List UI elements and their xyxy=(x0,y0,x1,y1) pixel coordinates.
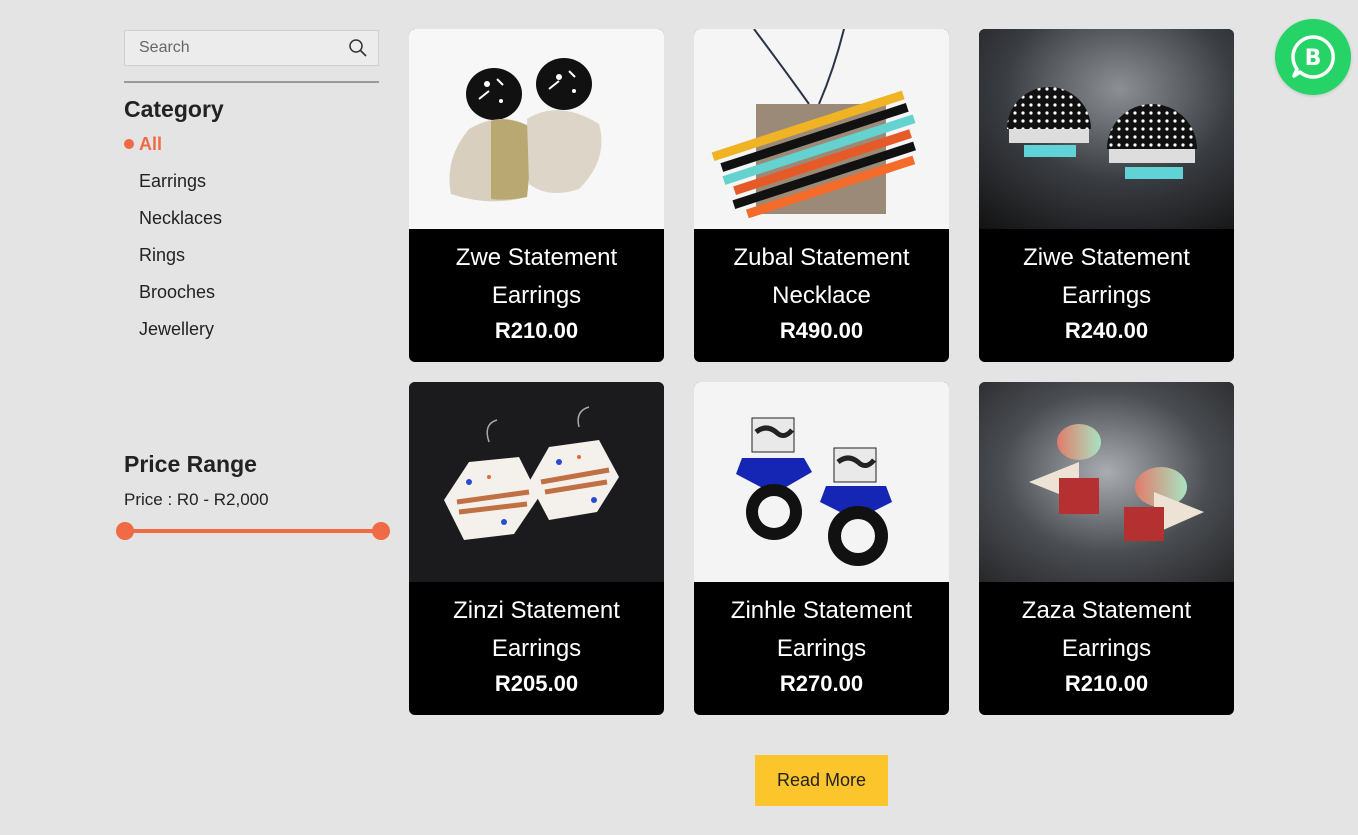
search-input[interactable] xyxy=(137,38,348,58)
category-item-jewellery[interactable]: Jewellery xyxy=(124,318,379,355)
product-name[interactable]: Zinhle Statement Earrings xyxy=(707,582,937,668)
product-name[interactable]: Zaza Statement Earrings xyxy=(992,582,1222,668)
product-card[interactable]: Ziwe Statement Earrings R240.00 xyxy=(979,29,1234,362)
price-range-label: Price : R0 - R2,000 xyxy=(124,490,269,509)
product-price: R210.00 xyxy=(494,318,579,343)
product-info: Ziwe Statement Earrings R240.00 xyxy=(979,229,1234,362)
product-image xyxy=(979,382,1234,582)
category-item-label: Earrings xyxy=(139,171,207,191)
product-image xyxy=(409,382,664,582)
read-more-button[interactable]: Read More xyxy=(755,755,888,806)
product-price: R270.00 xyxy=(779,671,864,696)
category-list: All Earrings Necklaces Rings Brooches Je… xyxy=(124,133,379,355)
whatsapp-business-icon[interactable]: B xyxy=(1275,19,1351,95)
product-card[interactable]: Zinhle Statement Earrings R270.00 xyxy=(694,382,949,715)
slider-track xyxy=(125,529,381,533)
product-name[interactable]: Ziwe Statement Earrings xyxy=(992,229,1222,315)
category-item-all[interactable]: All xyxy=(124,133,379,170)
category-item-label: Brooches xyxy=(139,282,216,302)
product-name[interactable]: Zinzi Statement Earrings xyxy=(422,582,652,668)
svg-text:B: B xyxy=(1305,46,1322,71)
category-item-necklaces[interactable]: Necklaces xyxy=(124,207,379,244)
category-item-brooches[interactable]: Brooches xyxy=(124,281,379,318)
category-item-label: Necklaces xyxy=(139,208,223,228)
product-price: R240.00 xyxy=(1064,318,1149,343)
category-item-label: Jewellery xyxy=(139,319,215,339)
price-range-title: Price Range xyxy=(124,451,257,477)
price-range-slider[interactable] xyxy=(116,520,390,542)
product-info: Zinzi Statement Earrings R205.00 xyxy=(409,582,664,715)
search-icon[interactable] xyxy=(348,38,368,58)
product-name[interactable]: Zubal Statement Necklace xyxy=(707,229,937,315)
search-box[interactable] xyxy=(124,30,379,66)
product-info: Zinhle Statement Earrings R270.00 xyxy=(694,582,949,715)
product-price: R205.00 xyxy=(494,671,579,696)
product-card[interactable]: Zaza Statement Earrings R210.00 xyxy=(979,382,1234,715)
product-price: R210.00 xyxy=(1064,671,1149,696)
product-grid: Zwe Statement Earrings R210.00 Zubal Sta… xyxy=(409,29,1234,715)
category-item-label: Rings xyxy=(139,245,186,265)
divider xyxy=(124,81,379,83)
category-title: Category xyxy=(124,96,224,122)
product-image xyxy=(409,29,664,229)
product-card[interactable]: Zwe Statement Earrings R210.00 xyxy=(409,29,664,362)
active-dot-icon xyxy=(124,139,134,149)
product-image xyxy=(694,382,949,582)
product-info: Zaza Statement Earrings R210.00 xyxy=(979,582,1234,715)
slider-min-handle[interactable] xyxy=(116,522,134,540)
category-item-earrings[interactable]: Earrings xyxy=(124,170,379,207)
category-item-label: All xyxy=(139,134,163,154)
sidebar: Category All Earrings Necklaces Rings Br… xyxy=(124,30,379,355)
category-item-rings[interactable]: Rings xyxy=(124,244,379,281)
product-card[interactable]: Zubal Statement Necklace R490.00 xyxy=(694,29,949,362)
product-card[interactable]: Zinzi Statement Earrings R205.00 xyxy=(409,382,664,715)
product-info: Zwe Statement Earrings R210.00 xyxy=(409,229,664,362)
product-name[interactable]: Zwe Statement Earrings xyxy=(422,229,652,315)
product-price: R490.00 xyxy=(779,318,864,343)
product-image xyxy=(979,29,1234,229)
slider-max-handle[interactable] xyxy=(372,522,390,540)
product-info: Zubal Statement Necklace R490.00 xyxy=(694,229,949,362)
product-image xyxy=(694,29,949,229)
